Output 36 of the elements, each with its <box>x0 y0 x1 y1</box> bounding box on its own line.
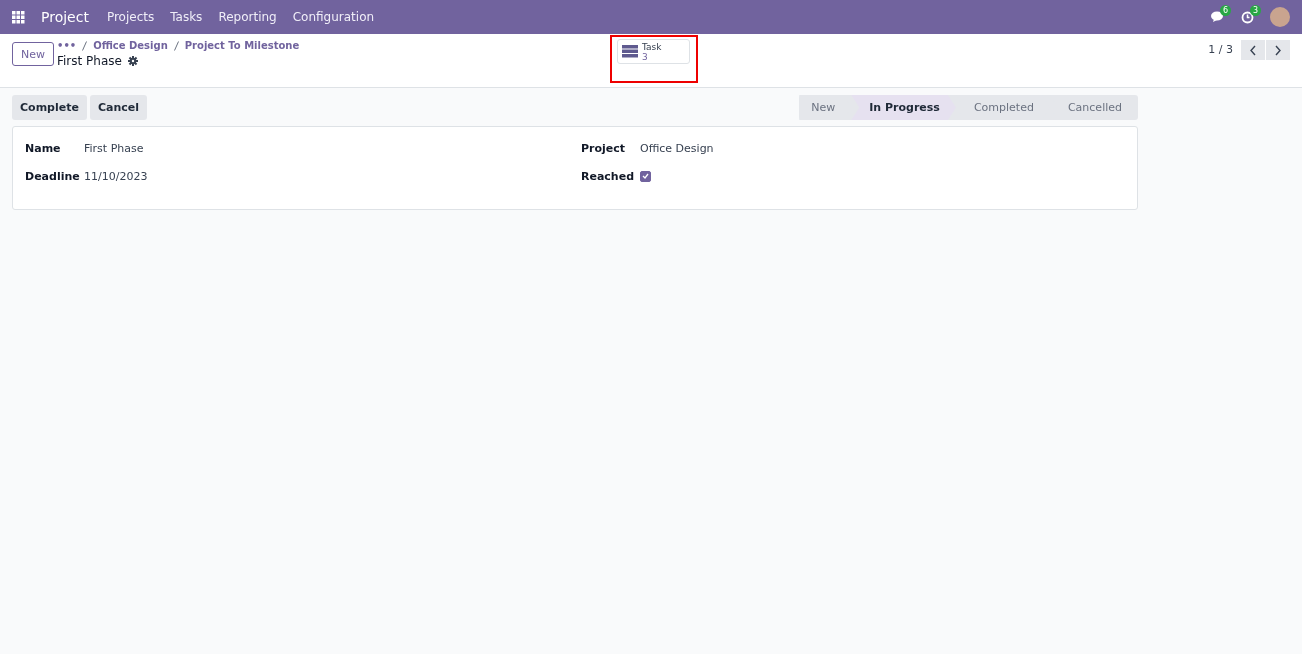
chat-icon[interactable] <box>1211 11 1225 23</box>
action-button[interactable]: Complete <box>12 95 87 120</box>
activity-count-badge: 3 <box>1250 4 1262 16</box>
apps-grid-icon[interactable] <box>12 10 25 24</box>
reached-checkbox[interactable] <box>640 170 651 182</box>
stacked-bars-icon <box>622 45 638 58</box>
breadcrumb-link[interactable]: Project To Milestone <box>184 40 300 51</box>
breadcrumb-link[interactable]: Office Design <box>93 40 168 51</box>
new-button[interactable]: New <box>12 42 54 66</box>
breadcrumb-separator-icon <box>82 40 88 51</box>
menu-item[interactable]: Projects <box>106 10 155 24</box>
app-name[interactable]: Project <box>41 9 89 25</box>
menu-item[interactable]: Tasks <box>170 10 203 24</box>
next-button[interactable] <box>1266 40 1290 60</box>
stage-step[interactable]: In Progress <box>851 95 956 120</box>
action-button[interactable]: Cancel <box>89 95 147 120</box>
field-label: Name <box>25 141 62 155</box>
chevron-left-icon <box>1249 44 1257 56</box>
task-smart-button[interactable]: Task 3 <box>617 39 690 64</box>
previous-button[interactable] <box>1241 40 1265 60</box>
field-label: Project <box>581 141 627 155</box>
gear-icon[interactable] <box>127 56 138 66</box>
field-value[interactable]: First Phase <box>84 141 144 155</box>
field-value[interactable]: Office Design <box>640 141 714 155</box>
breadcrumb-separator-icon <box>173 40 179 51</box>
chevron-right-icon <box>1274 44 1282 56</box>
field-label: Reached <box>581 169 636 183</box>
breadcrumb-link[interactable]: ••• <box>57 40 77 51</box>
field-label: Deadline <box>25 169 81 183</box>
message-count-badge: 6 <box>1220 5 1232 16</box>
field-value[interactable]: 11/10/2023 <box>84 169 148 183</box>
pager-counter: 1 / 3 <box>1208 43 1233 56</box>
record-title: First Phase <box>57 54 122 68</box>
menu-item[interactable]: Reporting <box>218 10 277 24</box>
menu-item[interactable]: Configuration <box>292 10 375 24</box>
clock-icon[interactable] <box>1241 10 1254 24</box>
